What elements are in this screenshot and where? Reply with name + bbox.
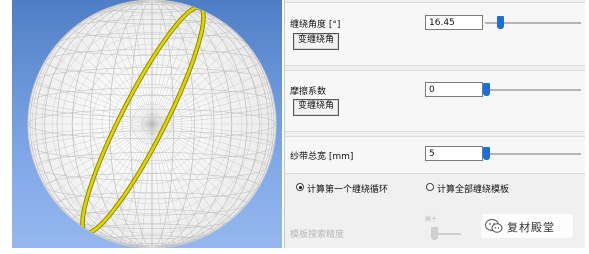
friction-group: 摩擦系数 变缠绕角 0 bbox=[285, 70, 585, 132]
sphere-wire-mesh bbox=[28, 0, 276, 248]
band-width-input[interactable]: 5 bbox=[425, 146, 483, 161]
friction-label: 摩擦系数 bbox=[290, 87, 327, 97]
wireframe-sphere bbox=[27, 0, 277, 248]
winding-angle-input[interactable]: 16.45 bbox=[425, 15, 483, 30]
winding-angle-slider-thumb[interactable] bbox=[497, 16, 505, 29]
3d-viewport[interactable] bbox=[12, 0, 282, 248]
watermark-text: 复材殿堂 bbox=[507, 221, 555, 234]
radio-all-templates-label[interactable]: 计算全部缠绕模板 bbox=[437, 182, 509, 195]
friction-slider-thumb[interactable] bbox=[483, 83, 490, 96]
winding-angle-label: 缠绕角度 [°] bbox=[290, 20, 341, 30]
parameter-panel: 缠绕角度 [°] 变缠绕角 16.45 摩擦系数 变缠绕角 0 纱带总宽 [mm… bbox=[284, 0, 585, 248]
precision-high-label: 高十 bbox=[425, 216, 438, 223]
template-precision-slider-thumb bbox=[431, 227, 438, 240]
radio-all-templates[interactable] bbox=[426, 183, 434, 191]
band-width-slider-thumb[interactable] bbox=[483, 147, 490, 160]
bottom-strip bbox=[0, 248, 589, 254]
friction-change-button[interactable]: 变缠绕角 bbox=[293, 99, 340, 116]
wechat-icon bbox=[485, 219, 503, 233]
friction-slider-track[interactable] bbox=[485, 89, 581, 91]
radio-first-cycle[interactable] bbox=[296, 183, 304, 191]
band-width-group: 纱带总宽 [mm] 5 bbox=[285, 136, 585, 174]
friction-input[interactable]: 0 bbox=[425, 82, 483, 97]
template-precision-label: 模板搜索精度 bbox=[290, 230, 345, 240]
band-width-label: 纱带总宽 [mm] bbox=[290, 152, 354, 162]
change-winding-angle-button[interactable]: 变缠绕角 bbox=[293, 33, 340, 50]
winding-angle-group: 缠绕角度 [°] 变缠绕角 16.45 bbox=[285, 2, 585, 66]
radio-first-cycle-label[interactable]: 计算第一个缠绕循环 bbox=[307, 182, 388, 195]
band-width-slider-track[interactable] bbox=[485, 153, 581, 155]
watermark-badge: 复材殿堂 bbox=[481, 214, 573, 238]
